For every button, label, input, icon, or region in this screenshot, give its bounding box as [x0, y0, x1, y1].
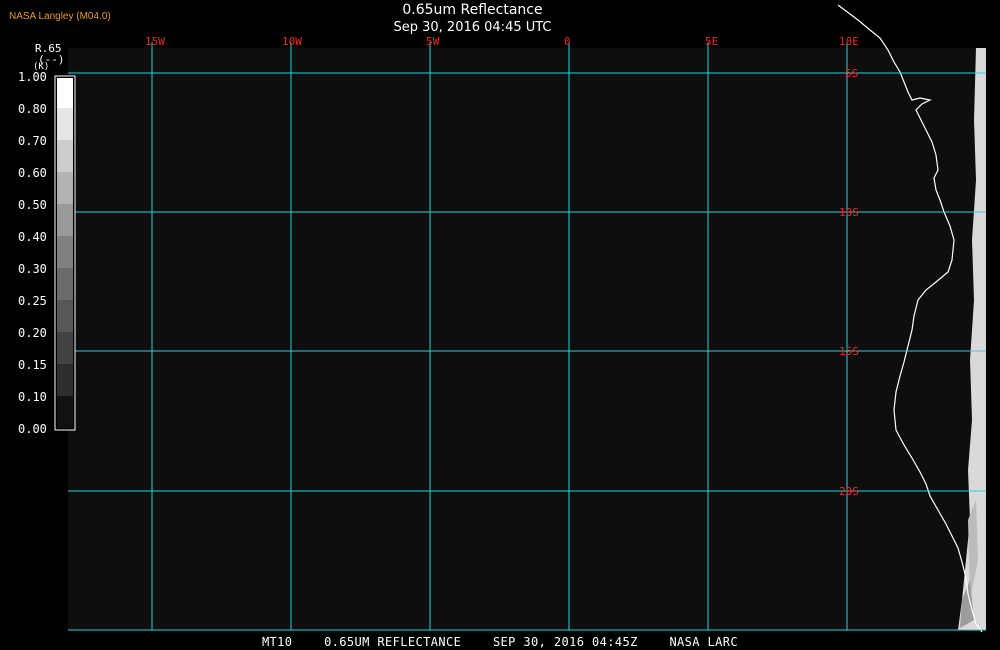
- map-overlay: 15W 10W 5W 0 5E 10E 5S 10S 15S 20S 1.00 …: [18, 4, 986, 633]
- colorbar-label-0.10: 0.10: [18, 390, 47, 404]
- colorbar-label-1.00: 1.00: [18, 70, 47, 84]
- lat-label-5s: 5S: [845, 67, 858, 80]
- colorbar-label-0.00: 0.00: [18, 422, 47, 436]
- footer-product: 0.65UM REFLECTANCE: [324, 635, 462, 649]
- colorbar-label-0.20: 0.20: [18, 326, 47, 340]
- longitude-gridlines: [151, 42, 848, 630]
- colorbar-label-0.80: 0.80: [18, 102, 47, 116]
- lat-label-20s: 20S: [839, 485, 859, 498]
- lat-label-10s: 10S: [839, 206, 859, 219]
- colorbar-label-0.50: 0.50: [18, 198, 47, 212]
- colorbar-label-0.60: 0.60: [18, 166, 47, 180]
- lon-label-5e: 5E: [705, 35, 718, 48]
- lon-label-0: 0: [564, 35, 571, 48]
- colorbar-label-0.15: 0.15: [18, 358, 47, 372]
- footer-source: NASA LARC: [669, 635, 739, 649]
- footer-datetime: SEP 30, 2016 04:45Z: [492, 635, 638, 649]
- footer-satellite: MT10: [261, 635, 293, 649]
- colorbar: 1.00 0.80 0.70 0.60 0.50 0.40 0.30 0.25 …: [18, 70, 76, 436]
- coastline: [837, 4, 983, 633]
- colorbar-unit-k: (K): [33, 62, 50, 72]
- lat-label-15s: 15S: [839, 345, 859, 358]
- colorbar-label-0.25: 0.25: [18, 294, 47, 308]
- lon-label-10e: 10E: [839, 35, 859, 48]
- lon-label-10w: 10W: [282, 35, 302, 48]
- land-reflectance: [958, 48, 986, 630]
- lon-label-15w: 15W: [145, 35, 165, 48]
- colorbar-label-0.70: 0.70: [18, 134, 47, 148]
- lon-label-5w: 5W: [426, 35, 440, 48]
- colorbar-label-0.30: 0.30: [18, 262, 47, 276]
- colorbar-label-0.40: 0.40: [18, 230, 47, 244]
- footer-caption: MT10 0.65UM REFLECTANCE SEP 30, 2016 04:…: [0, 635, 1000, 649]
